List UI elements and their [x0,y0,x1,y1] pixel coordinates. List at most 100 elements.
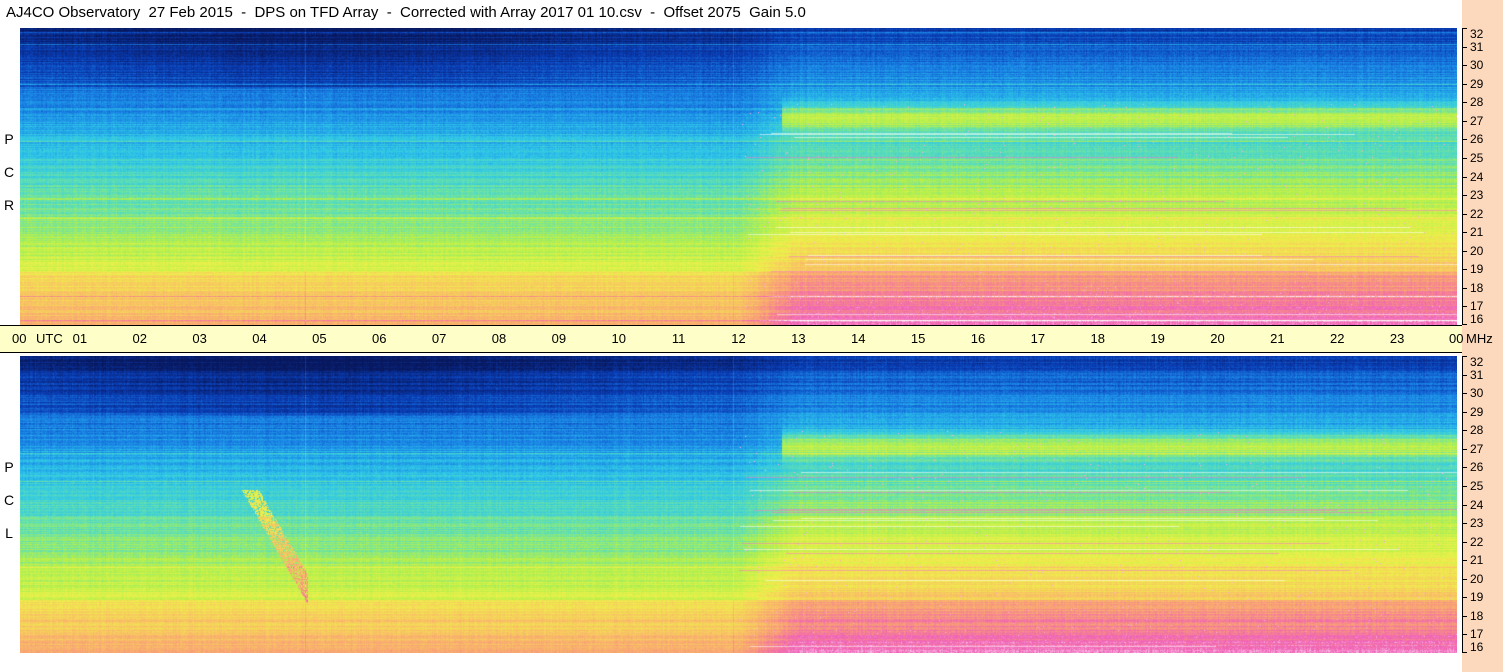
time-tick-label: 07 [431,331,447,346]
pol-letter: C [3,164,15,180]
freq-tick [1462,542,1467,543]
freq-tick-label: 20 [1470,572,1484,586]
freq-tick-label: 32 [1470,355,1484,369]
freq-tick-label: 25 [1470,151,1484,165]
freq-tick-label: 19 [1470,590,1484,604]
time-tick-label: 19 [1150,331,1165,346]
freq-tick [1462,306,1467,307]
time-tick-label: 13 [791,331,806,346]
freq-tick-label: 18 [1470,281,1484,295]
time-tick-label: 21 [1270,331,1285,346]
freq-tick [1462,47,1467,48]
freq-tick [1462,139,1467,140]
time-tick-label: 04 [252,331,267,346]
freq-tick [1462,523,1467,524]
pol-letter: P [4,459,14,475]
pol-letter: L [5,525,13,541]
time-tick-label: 17 [1030,331,1046,346]
utc-time-axis: 00 01 02 03 04 05 06 07 08 09 10 11 12 13 14 15 16 17 18 19… [0,325,1493,353]
freq-tick-label: 16 [1470,312,1484,326]
freq-tick-label: 22 [1470,207,1484,221]
time-tick-label: 12 [731,331,746,346]
freq-tick-label: 30 [1470,58,1484,72]
freq-tick [1462,195,1467,196]
mhz-unit-label: MHz [1466,331,1493,346]
freq-tick-label: 30 [1470,386,1484,400]
rcp-polarization-label: P C R [2,123,16,222]
time-tick-label: 06 [372,331,387,346]
freq-tick-label: 28 [1470,423,1484,437]
freq-tick-label: 22 [1470,535,1484,549]
freq-tick [1462,486,1467,487]
time-tick-label: 00 [12,331,27,346]
freq-tick [1462,102,1467,103]
freq-tick-label: 18 [1470,609,1484,623]
chart-title: AJ4CO Observatory 27 Feb 2015 - DPS on T… [0,0,1462,26]
lcp-polarization-label: P C L [2,451,16,550]
time-tick-label: 20 [1210,331,1225,346]
freq-tick-label: 27 [1470,114,1484,128]
time-tick-label: 23 [1389,331,1405,346]
pol-letter: C [3,492,15,508]
lcp-spectrogram [20,356,1457,653]
freq-tick-label: 29 [1470,405,1484,419]
time-tick-label: 18 [1090,331,1105,346]
freq-tick [1462,467,1467,468]
freq-tick-label: 16 [1470,640,1484,654]
freq-tick-label: 21 [1470,225,1484,239]
freq-tick-label: 21 [1470,553,1484,567]
rcp-heatmap-canvas [20,28,1457,325]
freq-tick-label: 26 [1470,460,1484,474]
freq-tick [1462,158,1467,159]
freq-tick [1462,251,1467,252]
time-tick-label: 03 [192,331,207,346]
freq-tick [1462,269,1467,270]
freq-tick-label: 31 [1470,40,1484,54]
freq-tick-label: 23 [1470,516,1484,530]
freq-tick [1462,288,1467,289]
freq-tick-label: 27 [1470,442,1484,456]
time-tick-label: 22 [1330,331,1345,346]
time-tick-label: 15 [910,331,926,346]
freq-tick-label: 26 [1470,132,1484,146]
pol-letter: P [4,131,14,147]
freq-tick [1462,579,1467,580]
freq-tick [1462,505,1467,506]
freq-tick [1462,412,1467,413]
rcp-frequency-axis: 32 31 30 29 28 27 26 25 24 23 22 21 20 19 18 17 16 [1457,28,1503,325]
freq-tick [1462,84,1467,85]
time-tick-label: 09 [551,331,567,346]
time-tick-label: 01 [72,331,88,346]
time-tick-label: 14 [851,331,866,346]
freq-tick [1462,652,1467,653]
freq-tick-label: 31 [1470,368,1484,382]
freq-tick [1462,28,1467,29]
freq-tick [1462,393,1467,394]
utc-unit-label: UTC [36,331,63,346]
time-tick-label: 11 [671,331,686,346]
freq-tick-label: 23 [1470,188,1484,202]
freq-tick [1462,560,1467,561]
time-tick-label: 08 [491,331,507,346]
freq-tick [1462,616,1467,617]
freq-tick [1462,449,1467,450]
freq-tick [1462,356,1467,357]
freq-tick [1462,214,1467,215]
freq-tick-label: 28 [1470,95,1484,109]
time-tick-label: 16 [970,331,986,346]
rcp-spectrogram [20,28,1457,325]
freq-tick-label: 24 [1470,498,1484,512]
time-tick-label: 00 [1449,331,1464,346]
freq-tick [1462,597,1467,598]
freq-tick [1462,375,1467,376]
time-tick-label: 02 [132,331,147,346]
lcp-frequency-axis: 32 31 30 29 28 27 26 25 24 23 22 21 20 19 18 17 16 [1457,356,1503,653]
freq-tick-label: 19 [1470,262,1484,276]
pol-letter: R [3,197,15,213]
freq-tick-label: 25 [1470,479,1484,493]
freq-tick [1462,232,1467,233]
freq-tick-label: 17 [1470,299,1484,313]
freq-tick-label: 17 [1470,627,1484,641]
time-tick-label: 10 [611,331,626,346]
freq-tick-label: 32 [1470,27,1484,41]
